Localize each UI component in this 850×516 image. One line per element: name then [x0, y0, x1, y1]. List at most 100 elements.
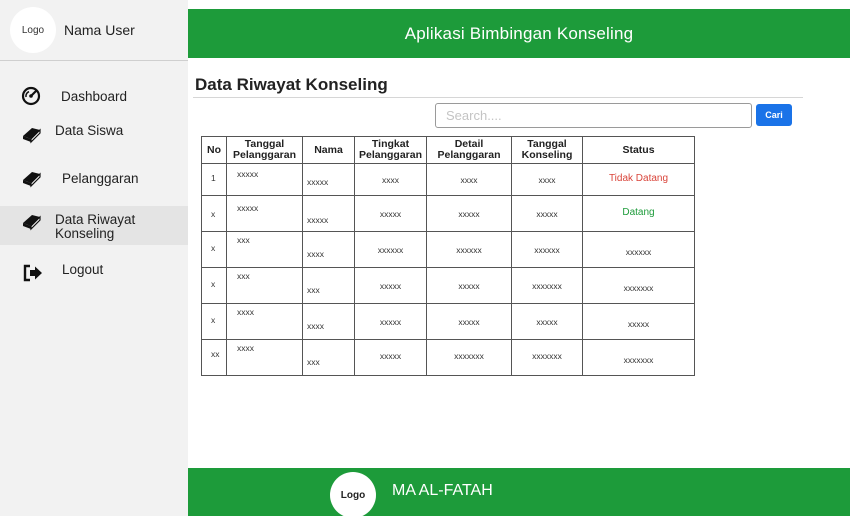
cell-value: xxxxx	[307, 215, 329, 225]
cell-nama: xxxx	[302, 231, 355, 268]
table-row: x xxx xxx xxxxx xxxxx xxxxxxx xxxxxxx	[201, 267, 695, 304]
sidebar-item-logout[interactable]: Logout	[0, 258, 188, 288]
cell-value: xxxx	[237, 307, 254, 317]
cell-value: xxxxxx	[625, 247, 652, 257]
user-logo: Logo	[10, 7, 56, 53]
column-header-tingkat-pelanggaran: Tingkat Pelanggaran	[354, 136, 427, 164]
cell-tingkat-pelanggaran: xxxxx	[354, 303, 427, 340]
school-name: MA AL-FATAH	[392, 482, 493, 499]
cell-nama: xxxxx	[302, 195, 355, 232]
sidebar-item-label: Dashboard	[61, 88, 128, 104]
cell-detail-pelanggaran: xxxxx	[426, 303, 512, 340]
sidebar-item-label: Logout	[62, 262, 104, 277]
cell-value: xx	[211, 349, 220, 359]
app-footer: Logo MA AL-FATAH	[188, 468, 850, 516]
cell-detail-pelanggaran: xxxxxx	[426, 231, 512, 268]
cell-value: xxx	[307, 285, 320, 295]
sidebar-user-header: Logo Nama User	[0, 0, 188, 61]
cell-status: Datang	[582, 195, 695, 232]
cell-tanggal-konseling: xxxxxxx	[511, 267, 583, 304]
cell-tanggal-konseling: xxxxx	[511, 303, 583, 340]
table-row: xx xxxx xxx xxxxx xxxxxxx xxxxxxx xxxxxxx	[201, 339, 695, 376]
cell-value: xxxxx	[627, 319, 650, 329]
cell-detail-pelanggaran: xxxxxxx	[426, 339, 512, 376]
cell-tanggal-pelanggaran: xxxxx	[226, 195, 303, 232]
cell-status: xxxxxxx	[582, 267, 695, 304]
column-header-nama: Nama	[302, 136, 355, 164]
cell-value: x	[211, 209, 216, 219]
cell-value: x	[211, 279, 216, 289]
sidebar-item-dashboard[interactable]: Dashboard	[0, 81, 188, 111]
cell-status: xxxxxx	[582, 231, 695, 268]
app-header: Aplikasi Bimbingan Konseling	[188, 9, 850, 58]
cell-tanggal-pelanggaran: xxxxx	[226, 163, 303, 196]
cell-value: xxxxxxx	[623, 355, 654, 365]
cell-value: xxxxx	[379, 351, 402, 361]
column-header-tanggal-konseling: Tanggal Konseling	[511, 136, 583, 164]
cell-tanggal-konseling: xxxxxx	[511, 231, 583, 268]
cell-value: xxxxxxx	[623, 283, 654, 293]
cell-tanggal-pelanggaran: xxxx	[226, 339, 303, 376]
user-name: Nama User	[64, 22, 135, 38]
table-row: x xxxxx xxxxx xxxxx xxxxx xxxxx Datang	[201, 195, 695, 232]
cell-no: x	[201, 195, 227, 232]
cell-tingkat-pelanggaran: xxxx	[354, 163, 427, 196]
cell-value: xxxx	[382, 175, 399, 185]
app-title: Aplikasi Bimbingan Konseling	[404, 23, 634, 43]
cell-value: xxxxx	[379, 317, 402, 327]
cell-no: x	[201, 231, 227, 268]
cell-value: xxxxx	[458, 281, 480, 291]
cell-detail-pelanggaran: xxxxx	[426, 267, 512, 304]
title-divider	[193, 97, 803, 98]
cell-value: xxxxxx	[456, 245, 482, 255]
cell-no: xx	[201, 339, 227, 376]
column-header-status: Status	[582, 136, 695, 164]
search-input[interactable]	[435, 103, 752, 128]
cell-status: xxxxxxx	[582, 339, 695, 376]
sidebar-item-data-riwayat-konseling[interactable]: Data Riwayat Konseling	[0, 206, 188, 245]
counseling-history-table: No Tanggal Pelanggaran Nama Tingkat Pela…	[201, 136, 695, 376]
cell-value: xxx	[237, 235, 250, 245]
search-button[interactable]: Cari	[756, 104, 792, 126]
cell-tingkat-pelanggaran: xxxxxx	[354, 231, 427, 268]
cell-value: xxxxx	[379, 209, 402, 219]
sidebar-item-data-siswa[interactable]: Data Siswa	[0, 119, 188, 149]
sidebar-item-label: Data Siswa	[55, 123, 124, 138]
cell-value: xxxxxx	[534, 245, 560, 255]
table-header-row: No Tanggal Pelanggaran Nama Tingkat Pela…	[201, 136, 695, 164]
cell-no: x	[201, 267, 227, 304]
cell-value: x	[211, 243, 216, 253]
cell-value: xxxxx	[536, 317, 558, 327]
cell-tingkat-pelanggaran: xxxxx	[354, 195, 427, 232]
cell-detail-pelanggaran: xxxxx	[426, 195, 512, 232]
cell-value: xxxxx	[307, 177, 329, 187]
page-title: Data Riwayat Konseling	[195, 75, 388, 94]
cell-tanggal-konseling: xxxxx	[511, 195, 583, 232]
cell-value: xxxxxx	[377, 245, 404, 255]
dashboard-gauge-icon	[20, 85, 42, 107]
cell-value: 1	[211, 173, 216, 183]
cell-nama: xxxxx	[302, 163, 355, 196]
cell-value: xxx	[307, 357, 320, 367]
sidebar-item-pelanggaran[interactable]: Pelanggaran	[0, 163, 188, 193]
cell-status: xxxxx	[582, 303, 695, 340]
sidebar-item-label: Data Riwayat Konseling	[55, 212, 136, 241]
cell-value: Tidak Datang	[608, 173, 669, 184]
cell-tanggal-konseling: xxxxxxx	[511, 339, 583, 376]
cell-value: xxxxx	[458, 317, 480, 327]
cell-value: xxxxx	[379, 281, 402, 291]
cell-tanggal-pelanggaran: xxxx	[226, 303, 303, 340]
book-icon	[20, 167, 42, 189]
book-icon	[20, 123, 42, 145]
cell-value: xxxxxxx	[532, 351, 562, 361]
cell-no: 1	[201, 163, 227, 196]
cell-tanggal-konseling: xxxx	[511, 163, 583, 196]
table-row: x xxxx xxxx xxxxx xxxxx xxxxx xxxxx	[201, 303, 695, 340]
sidebar-item-label: Pelanggaran	[62, 170, 139, 186]
cell-value: xxxxxxx	[454, 351, 484, 361]
cell-value: xxxx	[538, 175, 556, 185]
table-row: x xxx xxxx xxxxxx xxxxxx xxxxxx xxxxxx	[201, 231, 695, 268]
cell-value: x	[211, 315, 216, 325]
cell-value: xxxx	[307, 321, 324, 331]
cell-value: xxxxxxx	[532, 281, 562, 291]
